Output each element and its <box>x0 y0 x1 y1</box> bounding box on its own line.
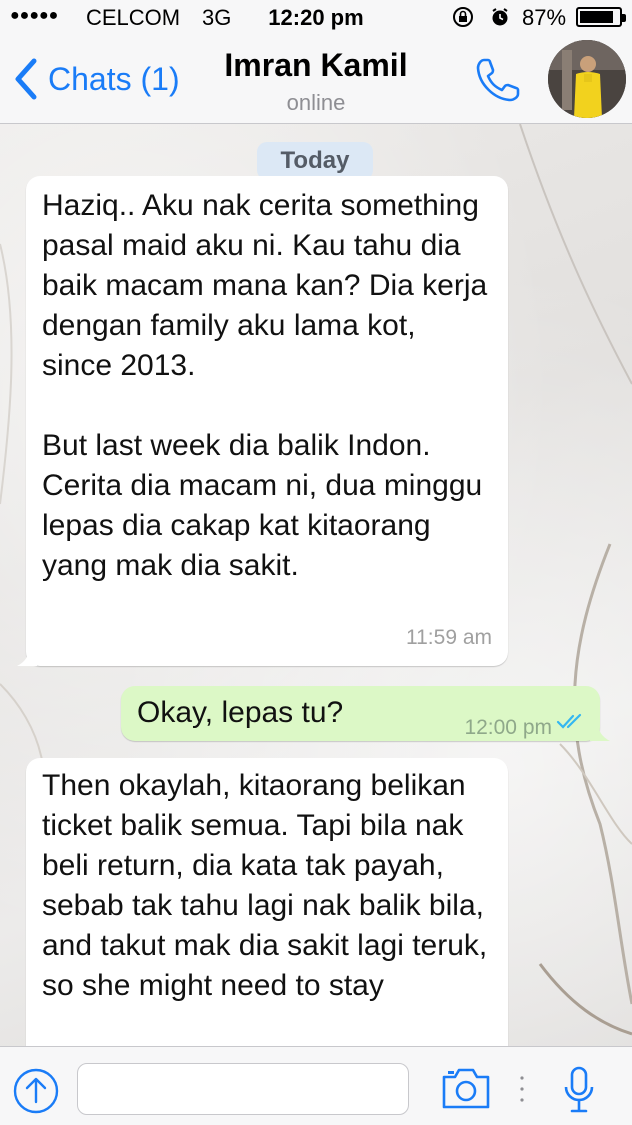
bubble-tail <box>590 723 610 741</box>
camera-icon[interactable] <box>440 1065 492 1111</box>
phone-icon[interactable] <box>472 54 524 106</box>
share-icon[interactable] <box>12 1067 60 1115</box>
message-time: 11:59 am <box>406 626 492 649</box>
mic-icon[interactable] <box>562 1065 596 1115</box>
outgoing-message[interactable]: Okay, lepas tu? 12:00 pm <box>121 686 610 741</box>
compose-bar <box>0 1046 632 1125</box>
message-input[interactable] <box>77 1063 409 1115</box>
alarm-icon <box>492 8 508 26</box>
chat-header: Chats (1) Imran Kamil online <box>0 34 632 124</box>
incoming-message[interactable]: Then okaylah, kitaorang belikan ticket b… <box>26 758 508 1046</box>
avatar[interactable] <box>548 40 626 118</box>
battery-icon <box>576 7 626 27</box>
message-time: 12:00 pm <box>464 716 552 739</box>
battery-percent: 87% <box>522 5 567 30</box>
incoming-message[interactable]: Haziq.. Aku nak cerita something pasal m… <box>17 176 508 666</box>
bubble-tail <box>17 648 37 666</box>
chat-thread[interactable]: Today Haziq.. Aku nak cerita something p… <box>0 124 632 1046</box>
contact-name[interactable]: Imran Kamil <box>0 47 632 84</box>
separator-dots <box>520 1076 524 1102</box>
date-divider: Today <box>257 142 373 180</box>
avatar-photo <box>548 40 626 118</box>
read-receipt-icon <box>556 713 582 729</box>
message-text: Then okaylah, kitaorang belikan ticket b… <box>42 769 488 1002</box>
contact-presence: online <box>286 90 346 115</box>
message-text: Haziq.. Aku nak cerita something pasal m… <box>42 189 488 582</box>
status-bar: ●●●●● CELCOM 3G 12:20 pm 87% <box>0 0 632 34</box>
rotation-lock-icon <box>453 7 473 27</box>
